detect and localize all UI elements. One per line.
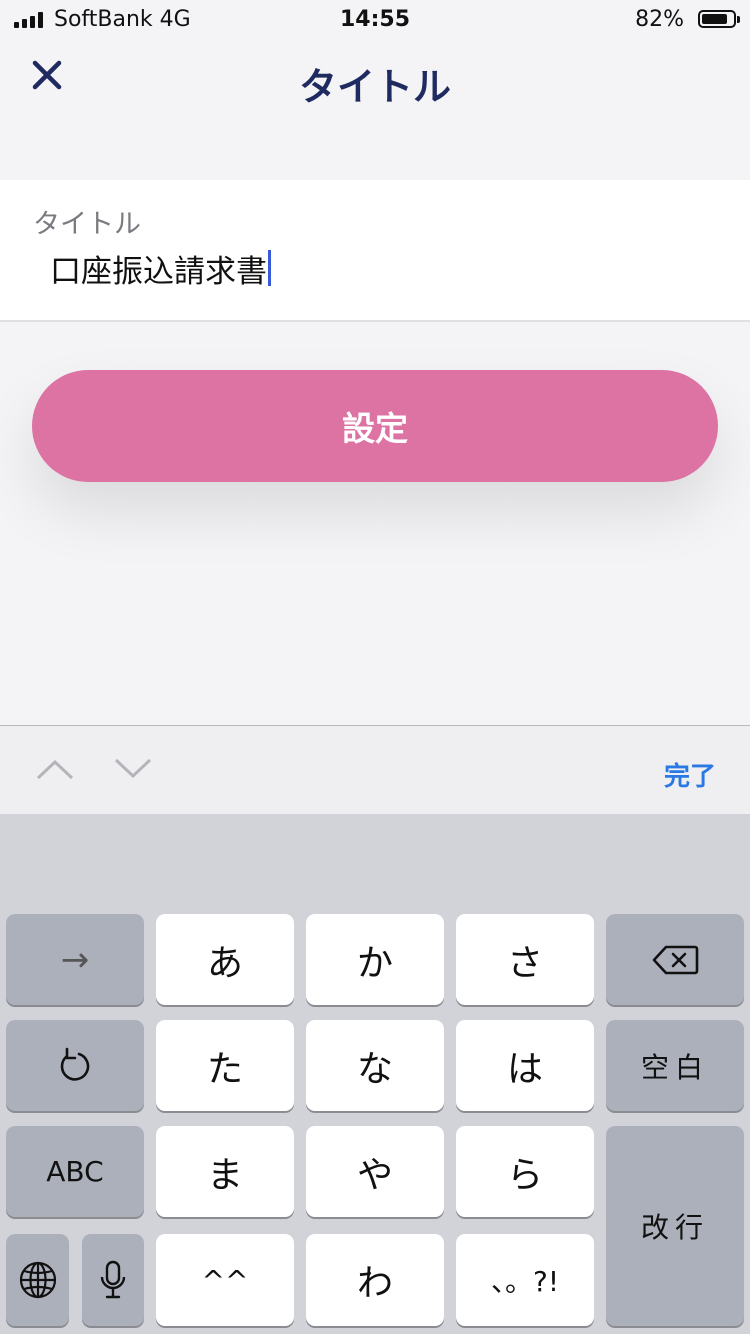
key-ha[interactable]: は (456, 1020, 594, 1111)
key-sa[interactable]: さ (456, 914, 594, 1005)
title-input-value: 口座振込請求書 (50, 253, 267, 290)
microphone-key[interactable] (82, 1234, 144, 1326)
page-title: タイトル (298, 65, 451, 109)
battery-fill (702, 14, 727, 24)
key-punctuation[interactable]: 、。?! (456, 1234, 594, 1326)
key-ra[interactable]: ら (456, 1126, 594, 1217)
delete-icon (652, 945, 699, 974)
keyboard-accessory-bar: 完了 (0, 725, 750, 815)
key-ka[interactable]: か (306, 914, 444, 1005)
undo-key[interactable] (6, 1020, 144, 1111)
key-ya[interactable]: や (306, 1126, 444, 1217)
key-a[interactable]: あ (156, 914, 294, 1005)
set-button[interactable]: 設定 (32, 370, 718, 482)
chevron-up-icon (36, 759, 74, 780)
key-arrow-label: → (60, 939, 90, 980)
title-field-label: タイトル (33, 209, 141, 240)
key-wa[interactable]: わ (306, 1234, 444, 1326)
previous-field-button[interactable] (34, 754, 76, 788)
space-key[interactable]: 空白 (606, 1020, 744, 1111)
abc-key[interactable]: ABC (6, 1126, 144, 1217)
japanese-kana-keyboard: → あ か さ た な は 空白 ABC ま や ら 改行 ^^ わ 、。?! (0, 814, 750, 1334)
key-na[interactable]: な (306, 1020, 444, 1111)
done-button[interactable]: 完了 (664, 756, 716, 793)
delete-key[interactable] (606, 914, 744, 1005)
next-field-button[interactable] (112, 754, 154, 788)
title-input[interactable]: 口座振込請求書 (50, 246, 700, 290)
undo-icon (60, 1047, 90, 1081)
key-arrow-right[interactable]: → (6, 914, 144, 1005)
microphone-icon (100, 1260, 126, 1299)
battery-percent: 82% (635, 7, 684, 32)
key-ta[interactable]: た (156, 1020, 294, 1111)
return-key[interactable]: 改行 (606, 1126, 744, 1326)
globe-icon (19, 1261, 56, 1299)
title-field-panel: タイトル 口座振込請求書 (0, 180, 750, 322)
text-caret (268, 250, 271, 286)
chevron-down-icon (114, 758, 152, 779)
key-ma[interactable]: ま (156, 1126, 294, 1217)
globe-key[interactable] (6, 1234, 69, 1326)
battery-icon (698, 10, 740, 28)
key-kaomoji[interactable]: ^^ (156, 1234, 294, 1326)
status-bar: SoftBank 4G 14:55 82% (0, 0, 750, 40)
